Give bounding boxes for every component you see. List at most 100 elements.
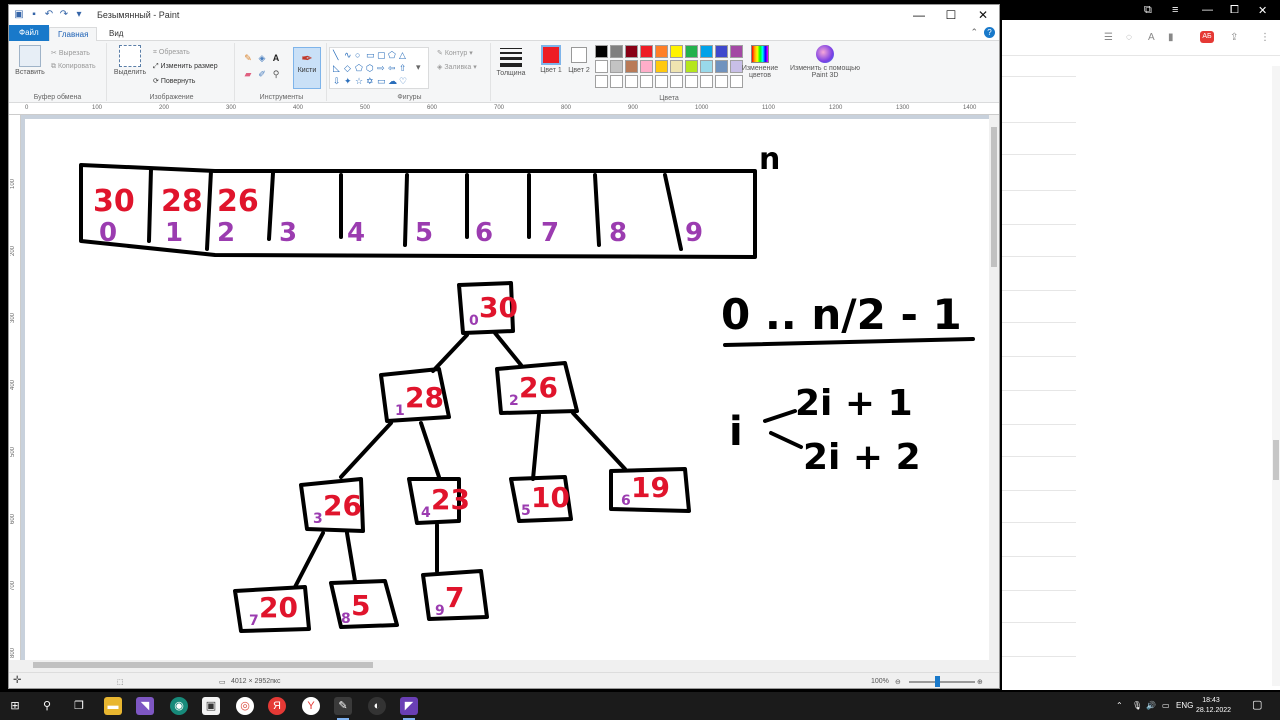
right-triangle-shape-icon[interactable]: ◺ (333, 63, 340, 73)
help-icon[interactable]: ? (984, 27, 995, 38)
paste-button[interactable]: Вставить (13, 45, 47, 76)
palette-color-swatch[interactable] (655, 75, 668, 88)
zoom-out-button[interactable]: ⊖ (895, 678, 901, 686)
redo-icon[interactable]: ↷ (58, 9, 70, 21)
language-indicator[interactable]: ENG (1176, 701, 1193, 710)
comment-icon[interactable]: ◌ (1126, 32, 1132, 43)
vertical-scrollbar[interactable] (989, 115, 999, 660)
palette-color-swatch[interactable] (715, 60, 728, 73)
color-picker-icon[interactable]: ✐ (257, 69, 267, 79)
zoom-in-button[interactable]: ⊕ (977, 678, 983, 686)
search-icon[interactable]: ⚲ (38, 697, 56, 715)
side-scroll-thumb[interactable] (1273, 440, 1279, 480)
close-icon[interactable]: ✕ (1258, 4, 1267, 17)
palette-color-swatch[interactable] (715, 75, 728, 88)
more-icon[interactable]: ⋮ (1260, 32, 1270, 43)
microphone-icon[interactable]: 🎙 (1132, 701, 1142, 710)
edit-colors-button[interactable]: Изменение цветов (737, 45, 783, 79)
extension-badge-icon[interactable]: АБ (1200, 31, 1214, 43)
minimize-icon[interactable]: — (1202, 4, 1213, 16)
restore-icon[interactable]: ⧠ (1230, 4, 1239, 17)
yandex-browser-icon[interactable]: Y (302, 697, 320, 715)
window-snap-icon[interactable]: ⧉ (1144, 4, 1152, 17)
chrome-icon[interactable]: ◎ (236, 697, 254, 715)
copy-button[interactable]: ⧉ Копировать (51, 63, 96, 71)
drawing-canvas[interactable]: n 30 28 26 0123456789 0 30 1 28 2 26 3 26 4 23 5 10 6 1… (25, 119, 991, 660)
color2-button[interactable]: Цвет 2 (567, 45, 591, 74)
callout-shape-icon[interactable]: ▭ (377, 76, 386, 86)
clock[interactable]: 18:43 28.12.2022 (1196, 696, 1231, 716)
share-icon[interactable]: ⇪ (1230, 32, 1238, 43)
palette-color-swatch[interactable] (610, 45, 623, 58)
windows-start-icon[interactable]: ⊞ (6, 697, 24, 715)
tab-home[interactable]: Главная (49, 27, 98, 41)
obs-icon[interactable]: ◐ (368, 697, 386, 715)
diamond-shape-icon[interactable]: ◇ (344, 63, 351, 73)
fill-button[interactable]: ◈ Заливка ▾ (437, 63, 477, 71)
store-icon[interactable]: ▣ (202, 697, 220, 715)
palette-color-swatch[interactable] (700, 45, 713, 58)
polygon-shape-icon[interactable]: ⬠ (388, 50, 396, 60)
palette-color-swatch[interactable] (625, 45, 638, 58)
line-shape-icon[interactable]: ╲ (333, 50, 338, 60)
shapes-more-icon[interactable]: ▾ (416, 62, 421, 72)
file-explorer-icon[interactable]: ▬ (104, 697, 122, 715)
visual-studio-icon[interactable]: ◥ (136, 697, 154, 715)
paint-taskbar-icon[interactable]: ✎ (334, 697, 352, 720)
hexagon-shape-icon[interactable]: ⬡ (366, 63, 374, 73)
rectangle-shape-icon[interactable]: ▭ (366, 50, 375, 60)
bookmark-icon[interactable]: ▮ (1168, 32, 1174, 43)
paint3d-button[interactable]: Изменить с помощью Paint 3D (789, 45, 861, 79)
translate-icon[interactable]: A (1148, 32, 1155, 43)
browser-icon[interactable]: ◉ (170, 697, 188, 715)
pencil-icon[interactable]: ✎ (243, 53, 253, 63)
palette-color-swatch[interactable] (685, 60, 698, 73)
brushes-button[interactable]: ✒ Кисти (293, 47, 321, 89)
shapes-gallery[interactable]: ╲ ∿ ○ ▭ ▢ ⬠ △ ◺ ◇ ⬠ ⬡ ⇨ ⇦ ⇧ ⇩ ✦ ☆ ✡ ▭ ☁ (329, 47, 429, 89)
eraser-icon[interactable]: ▰ (243, 69, 253, 79)
visual-studio-active-icon[interactable]: ◤ (400, 697, 418, 720)
tray-chevron-icon[interactable]: ⌃ (1116, 701, 1123, 710)
customize-qat-icon[interactable]: ▾ (73, 9, 85, 21)
minimize-button[interactable]: — (903, 5, 935, 25)
heart-shape-icon[interactable]: ♡ (399, 76, 407, 86)
six-point-star-icon[interactable]: ✡ (366, 76, 374, 86)
triangle-shape-icon[interactable]: △ (399, 50, 406, 60)
maximize-button[interactable]: ☐ (935, 5, 967, 25)
rounded-rect-shape-icon[interactable]: ▢ (377, 50, 386, 60)
color1-button[interactable]: Цвет 1 (539, 45, 563, 74)
left-arrow-shape-icon[interactable]: ⇦ (388, 63, 396, 73)
magnifier-icon[interactable]: ⚲ (271, 69, 281, 79)
close-button[interactable]: ✕ (967, 5, 999, 25)
tab-view[interactable]: Вид (101, 27, 131, 41)
palette-color-swatch[interactable] (595, 75, 608, 88)
palette-color-swatch[interactable] (610, 60, 623, 73)
reader-icon[interactable]: ☰ (1104, 32, 1113, 43)
select-button[interactable]: Выделить (113, 45, 147, 76)
notifications-icon[interactable]: ▢ (1252, 698, 1262, 711)
cut-button[interactable]: ✂ Вырезать (51, 49, 90, 57)
outline-button[interactable]: ✎ Контур ▾ (437, 49, 473, 57)
palette-color-swatch[interactable] (715, 45, 728, 58)
down-arrow-shape-icon[interactable]: ⇩ (333, 76, 341, 86)
right-arrow-shape-icon[interactable]: ⇨ (377, 63, 385, 73)
palette-color-swatch[interactable] (685, 75, 698, 88)
horizontal-scrollbar[interactable] (21, 660, 991, 670)
palette-color-swatch[interactable] (670, 75, 683, 88)
resize-button[interactable]: ⤢ Изменить размер (153, 63, 218, 71)
palette-color-swatch[interactable] (700, 60, 713, 73)
menu-icon[interactable]: ≡ (1172, 4, 1178, 16)
palette-color-swatch[interactable] (595, 45, 608, 58)
network-icon[interactable]: ▭ (1162, 701, 1170, 710)
palette-color-swatch[interactable] (655, 45, 668, 58)
four-point-star-icon[interactable]: ✦ (344, 76, 352, 86)
palette-color-swatch[interactable] (670, 45, 683, 58)
palette-color-swatch[interactable] (610, 75, 623, 88)
undo-icon[interactable]: ↶ (43, 9, 55, 21)
thickness-button[interactable]: Толщина (495, 45, 527, 77)
yandex-icon[interactable]: Я (268, 697, 286, 715)
rotate-button[interactable]: ⟳ Повернуть (153, 77, 195, 85)
task-view-icon[interactable]: ❐ (70, 697, 88, 715)
collapse-ribbon-icon[interactable]: ⌃ (970, 27, 978, 38)
crop-button[interactable]: ⌗ Обрезать (153, 49, 190, 57)
